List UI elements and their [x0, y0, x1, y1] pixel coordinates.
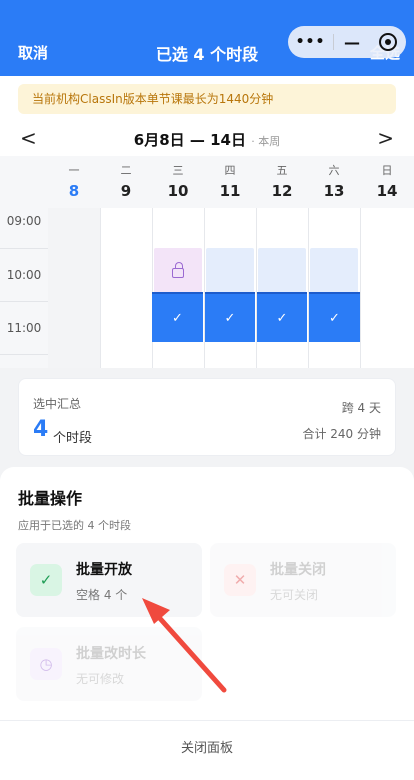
weekday-label: 日 [381, 164, 393, 177]
weekday-label: 五 [276, 164, 288, 177]
selected-slot-thu[interactable]: ✓ [205, 292, 255, 342]
selection-summary-card: 选中汇总 4 个时段 跨 4 天 合计 240 分钟 [18, 378, 396, 456]
day-header-fri: 五 12 [256, 156, 308, 208]
summary-unit: 个时段 [53, 431, 93, 446]
date-label: 13 [323, 182, 345, 200]
panel-title: 批量操作 [18, 489, 83, 508]
more-icon[interactable]: ••• [288, 34, 333, 50]
summary-span-days: 跨 4 天 [341, 401, 381, 415]
close-icon: ✕ [224, 564, 256, 596]
selected-slot-fri[interactable]: ✓ [257, 292, 307, 342]
locked-slot-wed[interactable] [154, 248, 202, 298]
date-label: 8 [68, 182, 80, 200]
column-divider [100, 208, 101, 368]
minimize-icon[interactable]: — [334, 33, 370, 52]
date-label: 9 [120, 182, 132, 200]
weekday-label: 二 [120, 164, 132, 177]
date-label: 14 [376, 182, 398, 200]
week-range: 6月8日 — 14日 · 本周 [0, 129, 414, 150]
date-label: 11 [219, 182, 241, 200]
close-panel-button[interactable]: 关闭面板 [0, 737, 414, 756]
weekday-label: 三 [172, 164, 184, 177]
time-label-1100: 11:00 [6, 321, 42, 335]
batch-duration-subtitle: 无可修改 [76, 672, 125, 686]
hour-divider [0, 248, 48, 249]
week-range-label: 6月8日 — 14日 [133, 131, 246, 149]
weekday-label: 一 [68, 164, 80, 177]
close-miniprogram-icon[interactable] [370, 33, 406, 51]
batch-open-button[interactable]: ✓ 批量开放 空格 4 个 [16, 543, 202, 617]
week-navigator: < 6月8日 — 14日 · 本周 > [0, 124, 414, 154]
batch-open-title: 批量开放 [76, 562, 132, 578]
column-divider [360, 208, 361, 368]
time-label-0900: 09:00 [6, 214, 42, 228]
day-header-mon: 一 8 [48, 156, 100, 208]
column-divider [152, 208, 153, 368]
day-header-thu: 四 11 [204, 156, 256, 208]
summary-total-minutes: 合计 240 分钟 [302, 427, 381, 441]
time-column: 09:00 10:00 11:00 [0, 208, 48, 368]
date-label: 10 [167, 182, 189, 200]
selected-slot-sat[interactable]: ✓ [309, 292, 360, 342]
miniprogram-capsule: ••• — [288, 26, 406, 58]
day-header-wed: 三 10 [152, 156, 204, 208]
column-divider [308, 208, 309, 368]
available-slot-sat[interactable] [310, 248, 358, 298]
next-week-button[interactable]: > [377, 126, 394, 150]
weekday-label: 六 [328, 164, 340, 177]
schedule-grid[interactable]: 09:00 10:00 11:00 ✓ ✓ ✓ ✓ [0, 208, 414, 368]
available-slot-fri[interactable] [258, 248, 306, 298]
day-header-sun: 日 14 [360, 156, 414, 208]
batch-close-button[interactable]: ✕ 批量关闭 无可关闭 [210, 543, 396, 617]
batch-duration-title: 批量改时长 [76, 646, 146, 662]
column-divider [256, 208, 257, 368]
lock-icon [172, 262, 184, 278]
top-nav-bar: 取消 已选 4 个时段 全选 ••• — [0, 0, 414, 76]
panel-subtitle: 应用于已选的 4 个时段 [18, 519, 131, 532]
close-panel-bar: 关闭面板 [0, 720, 414, 772]
batch-change-duration-button[interactable]: ◷ 批量改时长 无可修改 [16, 627, 202, 701]
day-header-sat: 六 13 [308, 156, 360, 208]
hour-divider [0, 301, 48, 302]
weekday-label: 四 [224, 164, 236, 177]
summary-label: 选中汇总 [33, 397, 82, 411]
check-icon: ✓ [30, 564, 62, 596]
column-divider [204, 208, 205, 368]
this-week-label: · 本周 [251, 135, 281, 148]
time-label-1000: 10:00 [6, 268, 42, 282]
batch-close-title: 批量关闭 [270, 562, 326, 578]
date-label: 12 [271, 182, 293, 200]
past-day-column [48, 208, 100, 368]
summary-count: 4 [33, 417, 49, 442]
batch-open-subtitle: 空格 4 个 [76, 588, 128, 602]
batch-close-subtitle: 无可关闭 [270, 588, 319, 602]
clock-icon: ◷ [30, 648, 62, 680]
hour-divider [0, 354, 48, 355]
selected-slot-wed[interactable]: ✓ [152, 292, 203, 342]
available-slot-thu[interactable] [206, 248, 254, 298]
day-header-tue: 二 9 [100, 156, 152, 208]
version-notice: 当前机构ClassIn版本单节课最长为1440分钟 [18, 84, 396, 114]
